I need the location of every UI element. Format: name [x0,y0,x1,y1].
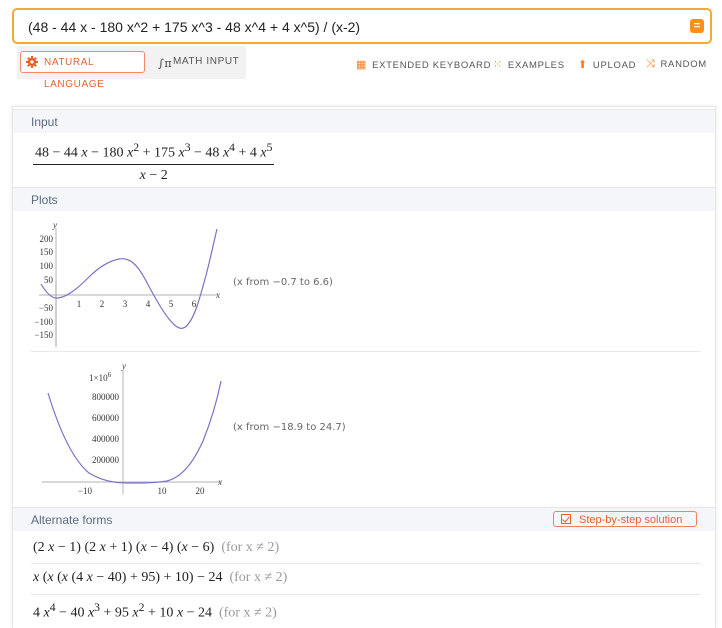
divider [31,351,701,352]
alternate-form-1: (2 x − 1) (2 x + 1) (x − 4) (x − 6) (for… [33,540,280,555]
condition-note: (for x ≠ 2) [229,570,288,585]
divider [31,563,701,564]
extended-keyboard-link[interactable]: ▦ EXTENDED KEYBOARD [356,58,491,71]
examples-label: EXAMPLES [507,60,565,71]
natural-language-label: NATURAL LANGUAGE [44,57,105,90]
input-mode-switch: NATURAL LANGUAGE ∫π MATH INPUT [17,46,246,90]
upload-icon: ⬆ [578,59,588,71]
plot1-ytick: −50 [39,303,54,313]
plot2-xtick: −10 [78,486,93,494]
plot1-xtick: 5 [169,299,174,309]
plot2-ytick: 200000 [92,455,120,465]
plot1-xtick: 2 [100,299,105,309]
plot-small-range: y x 200 150 100 50 −50 −100 −150 1 2 3 4… [34,220,220,347]
alternate-form-2: x (x (x (4 x − 40) + 95) + 10) − 24 (for… [33,570,288,585]
plot1-xtick: 4 [146,299,151,309]
step-by-step-button[interactable]: Step-by-step solution [553,511,697,527]
plot2-ytick: 400000 [92,434,120,444]
plot2-curve [47,380,222,484]
plot2-xtick: 20 [196,486,206,494]
plot2-ytick: 800000 [92,392,120,402]
plot-large-range: y x 1×106 800000 600000 400000 200000 −1… [42,361,222,494]
plot1-ytick: −150 [34,330,53,340]
plot2-ylabel: y [121,361,126,371]
random-label: RANDOM [660,59,707,70]
input-pod-title: Input [13,109,715,133]
natural-language-tab[interactable]: NATURAL LANGUAGE [20,51,145,90]
plot2-xlabel: x [217,477,222,487]
search-query[interactable]: (48 - 44 x - 180 x^2 + 175 x^3 - 48 x^4 … [28,19,360,35]
plot1-range: (x from −0.7 to 6.6) [233,277,333,288]
random-link[interactable]: ⤨ RANDOM [646,58,707,71]
shuffle-icon: ⤨ [646,58,656,70]
plot1-ytick: 100 [40,261,54,271]
upload-link[interactable]: ⬆ UPLOAD [578,58,636,71]
upload-label: UPLOAD [592,60,637,71]
plot1-ytick: 150 [40,247,54,257]
integral-icon: ∫π [158,57,173,70]
plot2-range: (x from −18.9 to 24.7) [233,422,346,433]
gear-icon [26,56,38,68]
plot1-ylabel: y [52,220,57,230]
divider [31,594,701,595]
step-by-step-label: Step-by-step solution [579,514,683,526]
math-input-label: MATH INPUT [173,56,240,67]
condition-note: (for x ≠ 2) [221,540,280,555]
keyboard-icon: ▦ [356,59,368,71]
results-panel: Input 48 − 44 x − 180 x2 + 175 x3 − 48 x… [12,106,716,628]
plot2-ytick: 600000 [92,413,120,423]
examples-link[interactable]: ⁙ EXAMPLES [493,58,565,71]
alternate-form-3: 4 x4 − 40 x3 + 95 x2 + 10 x − 24 (for x … [33,601,277,621]
extended-keyboard-label: EXTENDED KEYBOARD [372,60,492,71]
plot1-ytick: 50 [44,275,54,285]
plot1-ytick: −100 [34,317,53,327]
grid-dots-icon: ⁙ [493,59,503,71]
checkbox-icon [561,514,571,524]
plot2-xtick: 10 [158,486,168,494]
plot1-xtick: 3 [123,299,128,309]
plot1-xlabel: x [215,290,220,300]
condition-note: (for x ≠ 2) [218,605,277,621]
plots-pod-title: Plots [13,187,715,211]
plot1-curve [40,228,218,329]
plot1-ytick: 200 [40,234,54,244]
plot2-ytop: 1×106 [89,371,112,383]
input-expression: 48 − 44 x − 180 x2 + 175 x3 − 48 x4 + 4 … [33,141,275,183]
plot1-xtick: 1 [77,299,82,309]
compute-button[interactable]: = [690,19,704,33]
search-input[interactable]: (48 - 44 x - 180 x^2 + 175 x^3 - 48 x^4 … [12,8,712,44]
math-input-tab[interactable]: ∫π MATH INPUT [155,51,245,73]
